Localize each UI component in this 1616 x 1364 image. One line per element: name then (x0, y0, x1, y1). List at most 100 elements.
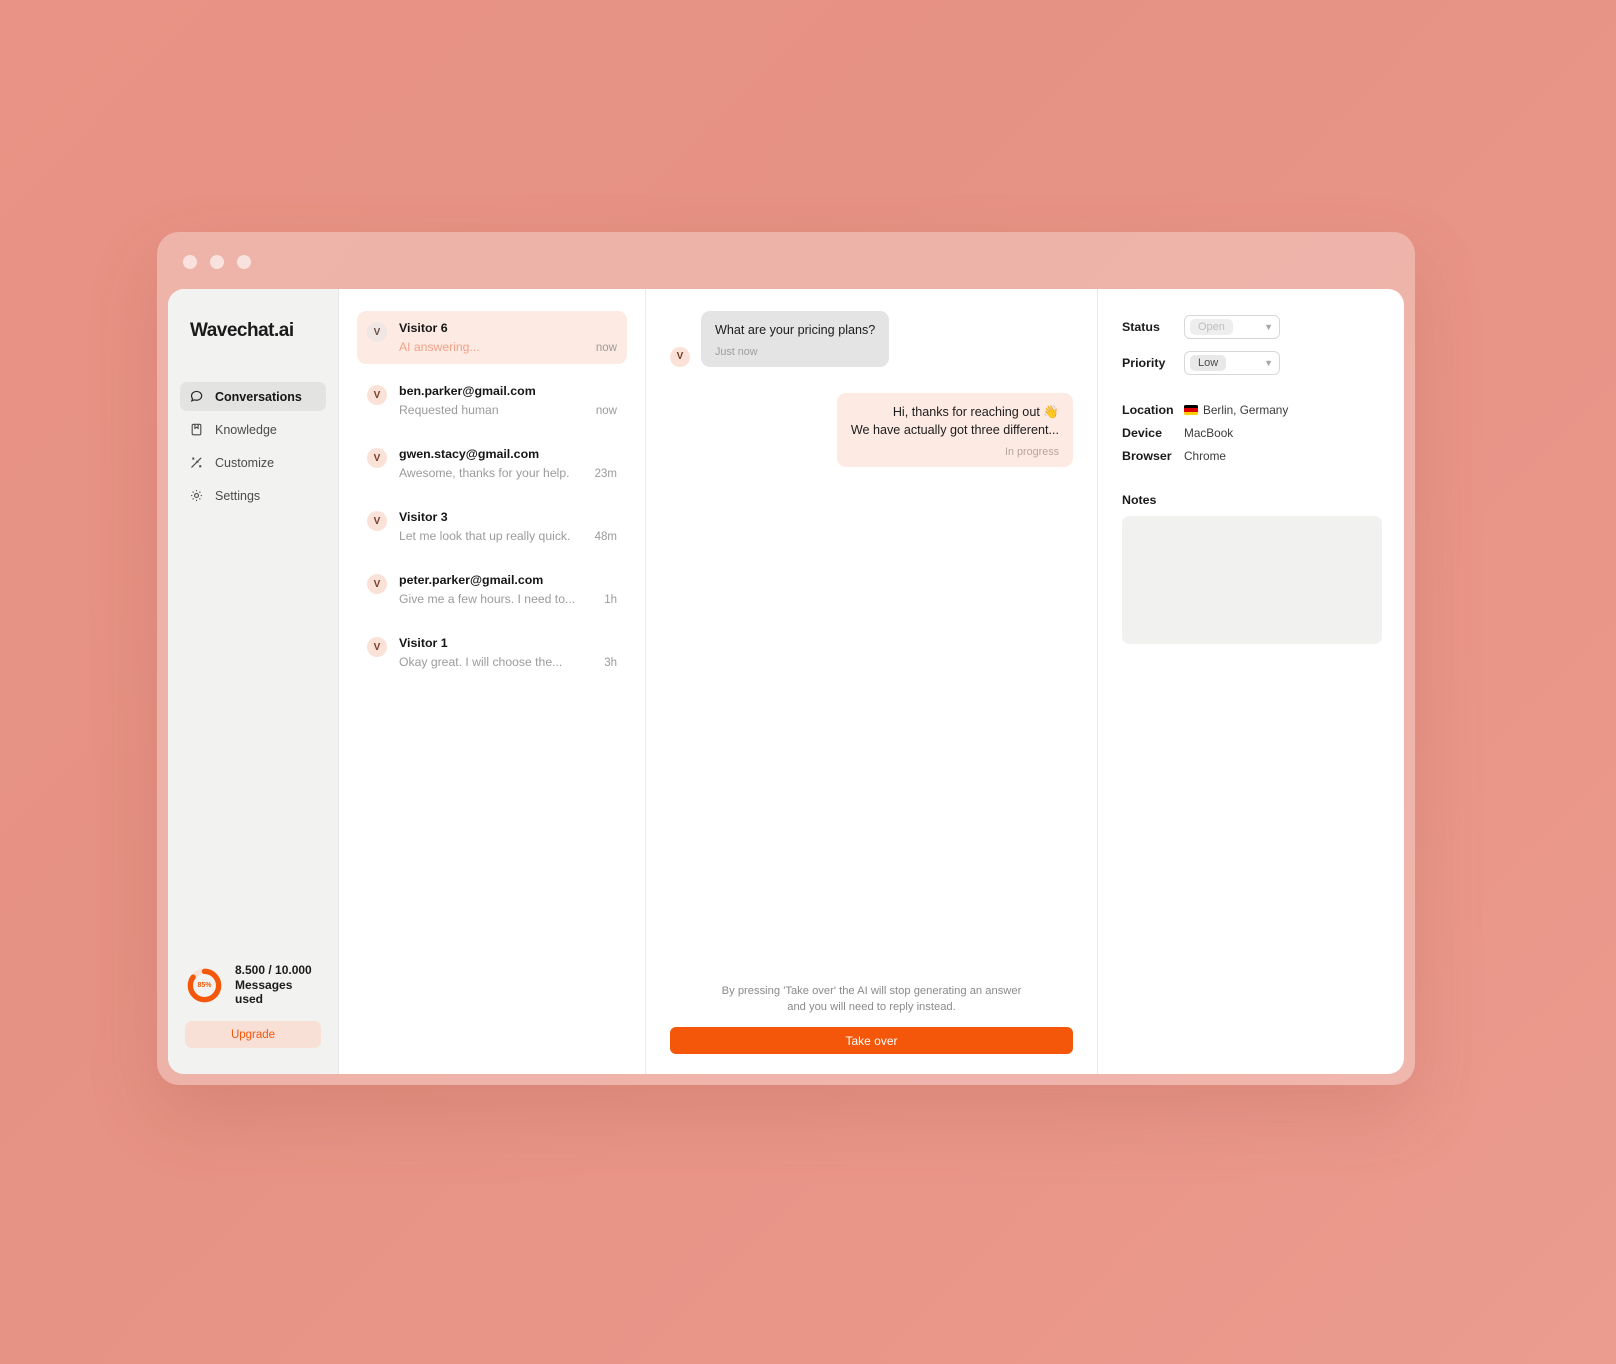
notes-input[interactable] (1122, 516, 1382, 644)
priority-field: Priority Low ▼ (1122, 351, 1382, 375)
location-row: Location Berlin, Germany (1122, 403, 1382, 417)
message-outgoing: Hi, thanks for reaching out 👋 We have ac… (670, 392, 1073, 467)
takeover-note-line1: By pressing 'Take over' the AI will stop… (721, 984, 1022, 997)
usage-counts: 8.500 / 10.000 (235, 963, 312, 978)
device-label: Device (1122, 426, 1162, 440)
window-minimize-button[interactable] (210, 255, 224, 269)
message-text-line1: Hi, thanks for reaching out 👋 (892, 404, 1059, 419)
conversation-name: peter.parker@gmail.com (399, 573, 544, 587)
conversation-preview: Okay great. I will choose the... (399, 655, 563, 669)
conversation-time: 3h (604, 657, 617, 669)
avatar: V (367, 637, 387, 657)
takeover-note: By pressing 'Take over' the AI will stop… (670, 983, 1073, 1015)
device-value: MacBook (1184, 426, 1234, 440)
location-value: Berlin, Germany (1203, 403, 1289, 417)
conversation-time: 48m (594, 531, 617, 543)
app-logo: Wavechat.ai (190, 320, 294, 341)
usage-ring: 85% (185, 966, 224, 1005)
chat-bubble-icon (189, 389, 204, 404)
conversation-preview: Give me a few hours. I need to... (399, 592, 576, 606)
app-window: Wavechat.ai Conversations Knowledge Cust… (157, 232, 1415, 1085)
window-maximize-button[interactable] (237, 255, 251, 269)
sidebar-item-knowledge[interactable]: Knowledge (180, 415, 326, 444)
conversation-item[interactable]: V Visitor 3 Let me look that up really q… (357, 500, 627, 553)
sidebar-nav: Conversations Knowledge Customize Settin… (168, 382, 338, 510)
avatar: V (367, 385, 387, 405)
status-label: Status (1122, 320, 1160, 334)
status-value: Open (1190, 319, 1233, 335)
takeover-zone: By pressing 'Take over' the AI will stop… (670, 983, 1073, 1054)
conversation-item[interactable]: V Visitor 1 Okay great. I will choose th… (357, 626, 627, 679)
usage-summary: 85% 8.500 / 10.000 Messages used (185, 963, 321, 1007)
conversation-name: Visitor 3 (399, 510, 448, 524)
message-bubble-outgoing: Hi, thanks for reaching out 👋 We have ac… (836, 392, 1073, 467)
conversation-item[interactable]: V peter.parker@gmail.com Give me a few h… (357, 563, 627, 616)
status-field: Status Open ▼ (1122, 315, 1382, 339)
take-over-button[interactable]: Take over (670, 1027, 1073, 1054)
priority-value: Low (1190, 355, 1227, 371)
avatar: V (367, 511, 387, 531)
device-row: Device MacBook (1122, 426, 1382, 440)
avatar: V (367, 448, 387, 468)
book-icon (189, 422, 204, 437)
conversation-name: gwen.stacy@gmail.com (399, 447, 540, 461)
germany-flag-icon (1184, 405, 1198, 415)
sidebar-item-conversations[interactable]: Conversations (180, 382, 326, 411)
upgrade-button[interactable]: Upgrade (185, 1021, 321, 1048)
window-close-button[interactable] (183, 255, 197, 269)
visitor-metadata: Location Berlin, Germany Device MacBook … (1122, 403, 1382, 463)
conversation-item[interactable]: V ben.parker@gmail.com Requested human n… (357, 374, 627, 427)
browser-value: Chrome (1184, 449, 1226, 463)
conversation-time: 1h (604, 594, 617, 606)
priority-label: Priority (1122, 356, 1166, 370)
conversation-list[interactable]: V Visitor 6 AI answering... now V ben.pa… (339, 289, 646, 1074)
conversation-time: now (595, 405, 617, 417)
conversation-name: Visitor 1 (399, 636, 448, 650)
gear-icon (189, 488, 204, 503)
sidebar-item-customize[interactable]: Customize (180, 448, 326, 477)
conversation-name: ben.parker@gmail.com (399, 384, 536, 398)
window-titlebar (157, 232, 1415, 292)
details-panel: Status Open ▼ Priority Low ▼ Location Be… (1097, 289, 1404, 1074)
conversation-preview: AI answering... (399, 340, 480, 354)
sidebar-item-label: Settings (215, 488, 261, 503)
location-value-wrap: Berlin, Germany (1184, 403, 1288, 417)
conversation-preview: Awesome, thanks for your help. (399, 466, 570, 480)
app-body: Wavechat.ai Conversations Knowledge Cust… (168, 289, 1404, 1074)
conversation-time: 23m (594, 468, 617, 480)
sidebar-item-label: Customize (215, 455, 275, 470)
chevron-down-icon: ▼ (1264, 357, 1273, 368)
sidebar-item-label: Knowledge (215, 422, 277, 437)
conversation-time: now (595, 342, 617, 354)
sidebar-item-settings[interactable]: Settings (180, 481, 326, 510)
conversation-item[interactable]: V gwen.stacy@gmail.com Awesome, thanks f… (357, 437, 627, 490)
notes-label: Notes (1122, 493, 1157, 507)
sidebar-footer: 85% 8.500 / 10.000 Messages used Upgrade (168, 963, 338, 1074)
message-status: In progress (1004, 445, 1059, 458)
chevron-down-icon: ▼ (1264, 321, 1273, 332)
message-text: What are your pricing plans? (715, 323, 876, 337)
priority-select[interactable]: Low ▼ (1184, 351, 1280, 375)
browser-label: Browser (1122, 449, 1172, 463)
message-bubble-incoming: What are your pricing plans? Just now (701, 311, 890, 367)
avatar: V (367, 574, 387, 594)
message-timestamp: Just now (715, 345, 758, 358)
sidebar: Wavechat.ai Conversations Knowledge Cust… (168, 289, 339, 1074)
location-label: Location (1122, 403, 1174, 417)
avatar: V (367, 322, 387, 342)
message-incoming: V What are your pricing plans? Just now (670, 311, 1073, 367)
conversation-preview: Let me look that up really quick. (399, 529, 571, 543)
usage-caption: Messages used (235, 977, 293, 1007)
status-select[interactable]: Open ▼ (1184, 315, 1280, 339)
usage-text: 8.500 / 10.000 Messages used (235, 963, 321, 1007)
message-text-line2: We have actually got three different... (850, 422, 1059, 437)
message-thread: V What are your pricing plans? Just now … (670, 311, 1073, 983)
sidebar-item-label: Conversations (215, 389, 302, 404)
avatar: V (670, 346, 690, 367)
chat-panel: V What are your pricing plans? Just now … (646, 289, 1097, 1074)
usage-percent: 85% (197, 981, 212, 989)
conversation-item[interactable]: V Visitor 6 AI answering... now (357, 311, 627, 364)
takeover-note-line2: and you will need to reply instead. (787, 1000, 956, 1013)
browser-row: Browser Chrome (1122, 449, 1382, 463)
conversation-preview: Requested human (399, 403, 499, 417)
